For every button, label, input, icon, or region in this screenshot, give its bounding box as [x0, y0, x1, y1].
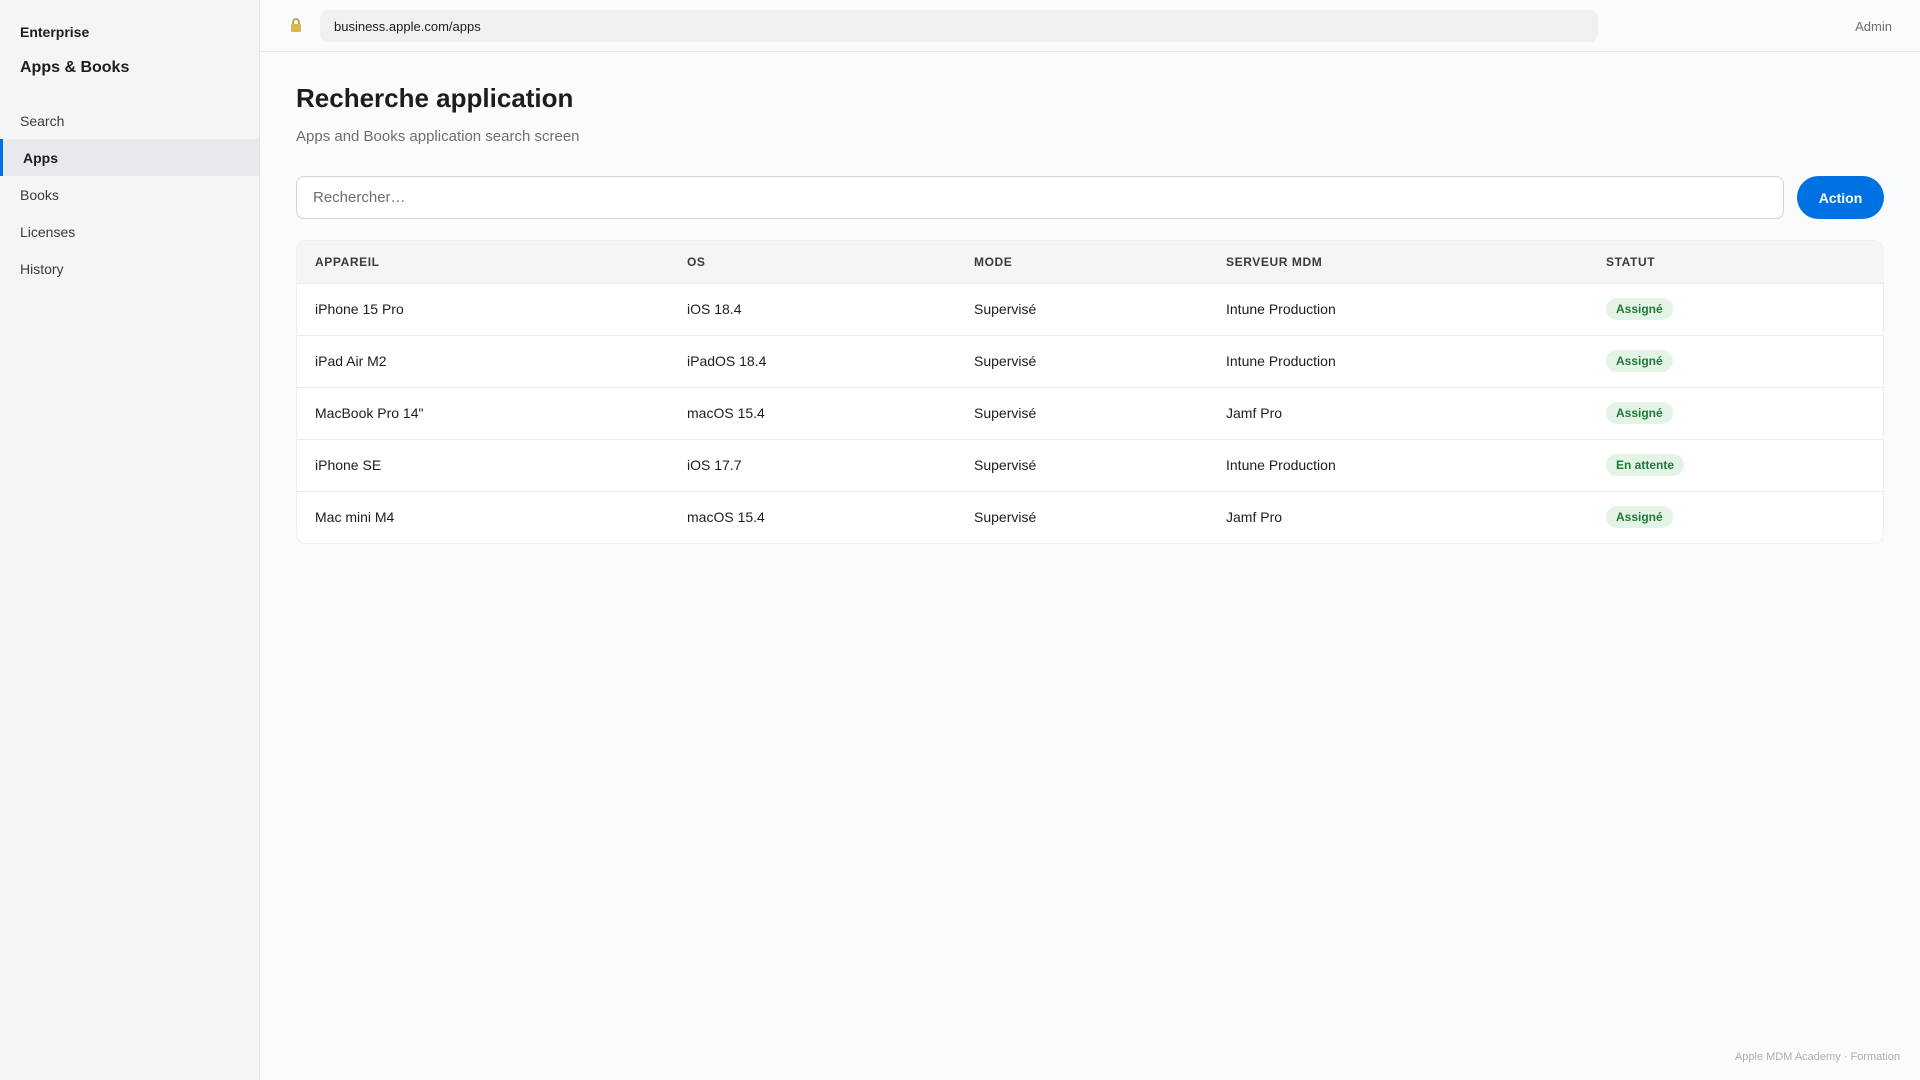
cell-os: iOS 18.4: [687, 301, 742, 317]
cell-os: macOS 15.4: [687, 405, 765, 421]
devices-table: APPAREIL OS MODE SERVEUR MDM STATUT iPho…: [296, 240, 1884, 544]
cell-device: iPhone 15 Pro: [315, 301, 404, 317]
cell-mdm-server: Jamf Pro: [1226, 509, 1283, 526]
table-row[interactable]: iPhone SE iOS 17.7 Supervisé Intune Prod…: [297, 439, 1883, 491]
sidebar-item-history[interactable]: History: [0, 250, 259, 287]
sidebar-item-licenses[interactable]: Licenses: [0, 213, 259, 250]
page-subtitle: Apps and Books application search screen: [296, 128, 580, 145]
column-header-device[interactable]: APPAREIL: [297, 241, 669, 283]
cell-mode: Supervisé: [974, 353, 1037, 369]
status-badge: Assigné: [1606, 506, 1673, 529]
cell-device: iPad Air M2: [315, 353, 387, 369]
cell-status: Assigné: [1588, 387, 1883, 439]
sidebar-nav: Search Apps Books Licenses History: [0, 102, 259, 287]
user-menu[interactable]: Admin: [1855, 19, 1892, 34]
top-bar: business.apple.com/apps Admin: [260, 0, 1920, 52]
cell-mdm-server: Intune Production: [1226, 457, 1336, 473]
table-row[interactable]: iPad Air M2 iPadOS 18.4 Supervisé Intune…: [297, 335, 1883, 387]
cell-os: iOS 17.7: [687, 457, 742, 473]
table-row[interactable]: Mac mini M4 macOS 15.4 Supervisé Jamf Pr…: [297, 491, 1883, 543]
sidebar-item-books[interactable]: Books: [0, 176, 259, 213]
status-badge: Assigné: [1606, 350, 1673, 372]
brand-label: Enterprise: [20, 24, 90, 40]
table-row[interactable]: MacBook Pro 14" macOS 15.4 Supervisé Jam…: [297, 387, 1883, 439]
lock-icon: [291, 18, 301, 32]
address-bar-url: business.apple.com/apps: [334, 18, 481, 34]
page-title: Recherche application: [296, 83, 574, 113]
cell-status: Assigné: [1588, 283, 1883, 335]
cell-status: En attente: [1588, 439, 1883, 491]
address-bar[interactable]: business.apple.com/apps: [320, 10, 1598, 42]
sidebar-item-search[interactable]: Search: [0, 102, 259, 139]
cell-mode: Supervisé: [974, 405, 1037, 421]
status-badge: Assigné: [1606, 298, 1673, 320]
cell-device: iPhone SE: [315, 457, 382, 473]
cell-mdm-server: Intune Production: [1226, 353, 1336, 369]
status-badge: Assigné: [1606, 402, 1673, 424]
action-button[interactable]: Action: [1797, 176, 1884, 219]
column-header-mdm-server[interactable]: SERVEUR MDM: [1208, 241, 1588, 283]
app-title: Apps & Books: [20, 59, 130, 76]
column-header-status[interactable]: STATUT: [1588, 241, 1883, 283]
cell-status: Assigné: [1588, 335, 1883, 387]
table-row[interactable]: iPhone 15 Pro iOS 18.4 Supervisé Intune …: [297, 283, 1883, 335]
column-header-mode[interactable]: MODE: [956, 241, 1208, 283]
column-header-os[interactable]: OS: [669, 241, 956, 283]
cell-mdm-server: Intune Production: [1226, 301, 1336, 317]
search-input[interactable]: [296, 176, 1784, 219]
status-badge: En attente: [1606, 454, 1685, 476]
cell-os: macOS 15.4: [687, 509, 765, 526]
cell-mode: Supervisé: [974, 509, 1037, 526]
cell-mdm-server: Jamf Pro: [1226, 405, 1283, 421]
cell-device: MacBook Pro 14": [315, 405, 424, 421]
sidebar: Enterprise Apps & Books Search Apps Book…: [0, 0, 260, 1080]
table-header-row: APPAREIL OS MODE SERVEUR MDM STATUT: [297, 241, 1883, 283]
footer-credit: Apple MDM Academy · Formation: [1734, 1051, 1900, 1063]
sidebar-item-apps[interactable]: Apps: [0, 139, 259, 176]
cell-device: Mac mini M4: [315, 509, 395, 526]
cell-mode: Supervisé: [974, 457, 1037, 473]
cell-mode: Supervisé: [974, 301, 1037, 317]
cell-os: iPadOS 18.4: [687, 353, 767, 369]
cell-status: Assigné: [1588, 491, 1883, 543]
